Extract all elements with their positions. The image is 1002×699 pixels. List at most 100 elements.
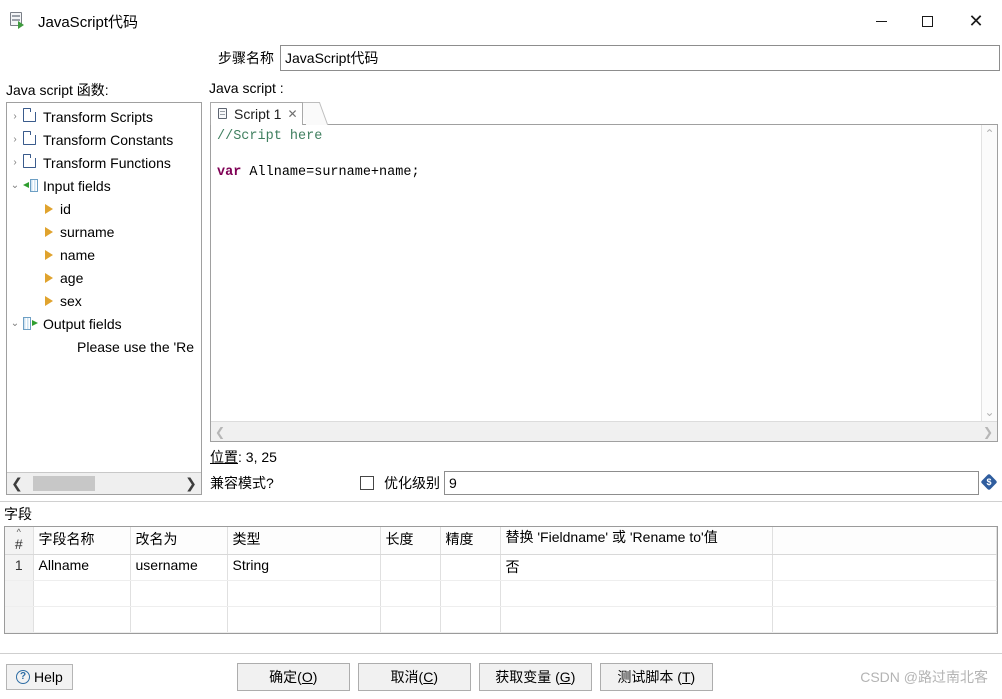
column-header-4[interactable]: 长度: [380, 527, 441, 555]
cell-replace[interactable]: 否: [500, 554, 773, 581]
tree-item-label: Transform Functions: [43, 154, 171, 171]
cell-precision[interactable]: [440, 554, 501, 581]
optimization-input[interactable]: [444, 471, 979, 495]
chevron-down-icon[interactable]: ⌄: [7, 180, 23, 191]
scroll-down-icon[interactable]: ⌄: [984, 406, 994, 418]
code-keyword-var: var: [217, 165, 242, 180]
scroll-up-icon[interactable]: ⌃: [984, 128, 994, 140]
tree-item-transform-scripts[interactable]: › Transform Scripts: [7, 105, 201, 128]
cell-rename[interactable]: [130, 606, 228, 633]
dialog-button-3[interactable]: 测试脚本 (T): [599, 662, 713, 691]
table-row[interactable]: [5, 580, 997, 607]
cell-extra[interactable]: [772, 554, 997, 581]
tree-item-input-fields[interactable]: ⌄ Input fields: [7, 174, 201, 197]
tree-horizontal-scrollbar[interactable]: ❮ ❯: [7, 472, 201, 494]
tab-script-1[interactable]: Script 1 ✕: [210, 102, 303, 125]
cell-type[interactable]: [227, 580, 381, 607]
code-text-area[interactable]: //Script here var Allname=surname+name;: [211, 125, 981, 421]
cell-extra[interactable]: [772, 606, 997, 633]
scroll-left-icon[interactable]: ❮: [9, 475, 25, 492]
tree-item-age[interactable]: age: [7, 266, 201, 289]
functions-tree-panel: › Transform Scripts › Transform Constants › T…: [6, 102, 202, 495]
help-label: Help: [34, 668, 63, 685]
chevron-right-icon[interactable]: ›: [7, 134, 23, 145]
cell-index[interactable]: [5, 580, 34, 607]
compatibility-checkbox[interactable]: [360, 476, 374, 490]
tree-item-label: age: [60, 269, 84, 286]
column-header-7[interactable]: [772, 527, 997, 555]
help-button[interactable]: ? Help: [6, 663, 73, 690]
scroll-left-icon[interactable]: ❮: [215, 425, 225, 439]
button-label: 取消(C): [390, 668, 439, 685]
column-header-0[interactable]: ^ #: [5, 527, 34, 555]
cell-extra[interactable]: [772, 580, 997, 607]
table-row[interactable]: 1 Allname username String 否: [5, 554, 997, 581]
tree-item-surname[interactable]: surname: [7, 220, 201, 243]
cell-rename[interactable]: [130, 580, 228, 607]
chevron-right-icon[interactable]: ›: [7, 111, 23, 122]
cell-index[interactable]: [5, 606, 34, 633]
cell-name[interactable]: Allname: [33, 554, 131, 581]
column-header-3[interactable]: 类型: [227, 527, 381, 555]
optimization-field-group: $: [444, 471, 998, 495]
scroll-right-icon[interactable]: ❯: [183, 475, 199, 492]
cell-length[interactable]: [380, 580, 441, 607]
close-button[interactable]: ✕: [950, 0, 1002, 42]
cell-type[interactable]: [227, 606, 381, 633]
cell-replace[interactable]: [500, 580, 773, 607]
dialog-button-0[interactable]: 确定(O): [236, 662, 350, 691]
fields-grid-body[interactable]: 1 Allname username String 否: [5, 554, 997, 633]
field-arrow-icon: [45, 226, 53, 237]
button-accelerator: C: [423, 668, 434, 685]
tree-item-sex[interactable]: sex: [7, 289, 201, 312]
scrollbar-thumb[interactable]: [33, 476, 95, 491]
column-header-label: #: [14, 536, 23, 552]
cell-replace[interactable]: [500, 606, 773, 633]
tree-item-output-fields[interactable]: ⌄ Output fields: [7, 312, 201, 335]
code-statement: Allname=surname+name;: [241, 165, 420, 180]
fields-grid[interactable]: ^ # 字段名称 改名为 类型 长度 精度 替换 'Fieldname' 或 'Rename …: [5, 527, 997, 633]
fields-grid-wrapper: ^ # 字段名称 改名为 类型 长度 精度 替换 'Fieldname' 或 'Rename …: [4, 526, 998, 634]
tree-item-label: Transform Constants: [43, 131, 174, 148]
cell-rename[interactable]: username: [130, 554, 228, 581]
tree-item-transform-functions[interactable]: › Transform Functions: [7, 151, 201, 174]
column-header-2[interactable]: 改名为: [130, 527, 228, 555]
tree-item-label: id: [60, 200, 71, 217]
field-arrow-icon: [45, 272, 53, 283]
tab-close-icon[interactable]: ✕: [287, 107, 297, 121]
tree-item-transform-constants[interactable]: › Transform Constants: [7, 128, 201, 151]
variable-dollar-icon[interactable]: $: [980, 473, 998, 491]
cell-length[interactable]: [380, 606, 441, 633]
js-script-label: Java script :: [209, 80, 284, 96]
editor-vertical-scrollbar[interactable]: ⌃ ⌄: [981, 125, 997, 421]
cell-type[interactable]: String: [227, 554, 381, 581]
cell-index[interactable]: 1: [5, 554, 34, 581]
scroll-right-icon[interactable]: ❯: [983, 425, 993, 439]
functions-tree[interactable]: › Transform Scripts › Transform Constants › T…: [7, 103, 201, 472]
column-header-5[interactable]: 精度: [440, 527, 501, 555]
dialog-footer: ? Help 确定(O) 取消(C) 获取变量 (G) 测试脚本 (T) CSDN @…: [0, 653, 1002, 699]
cell-length[interactable]: [380, 554, 441, 581]
watermark: CSDN @路过南北客: [860, 668, 988, 685]
optimization-label: 优化级别: [384, 475, 440, 491]
tree-item-please-use-the-re[interactable]: Please use the 'Re: [7, 335, 201, 358]
tree-item-id[interactable]: id: [7, 197, 201, 220]
cell-precision[interactable]: [440, 580, 501, 607]
chevron-right-icon[interactable]: ›: [7, 157, 23, 168]
maximize-button[interactable]: [904, 0, 950, 42]
tree-item-name[interactable]: name: [7, 243, 201, 266]
cursor-position: 位置: 3, 25: [210, 449, 277, 465]
chevron-down-icon[interactable]: ⌄: [7, 318, 23, 329]
cell-precision[interactable]: [440, 606, 501, 633]
column-header-1[interactable]: 字段名称: [33, 527, 131, 555]
cell-name[interactable]: [33, 580, 131, 607]
minimize-button[interactable]: [858, 0, 904, 42]
dialog-button-1[interactable]: 取消(C): [357, 662, 471, 691]
dialog-button-2[interactable]: 获取变量 (G): [478, 662, 592, 691]
cell-name[interactable]: [33, 606, 131, 633]
column-header-6[interactable]: 替换 'Fieldname' 或 'Rename to'值: [500, 527, 773, 555]
button-label: 获取变量 (G): [495, 668, 576, 685]
editor-horizontal-scrollbar[interactable]: ❮ ❯: [211, 421, 997, 441]
table-row[interactable]: [5, 606, 997, 633]
step-name-input[interactable]: [280, 45, 1000, 71]
